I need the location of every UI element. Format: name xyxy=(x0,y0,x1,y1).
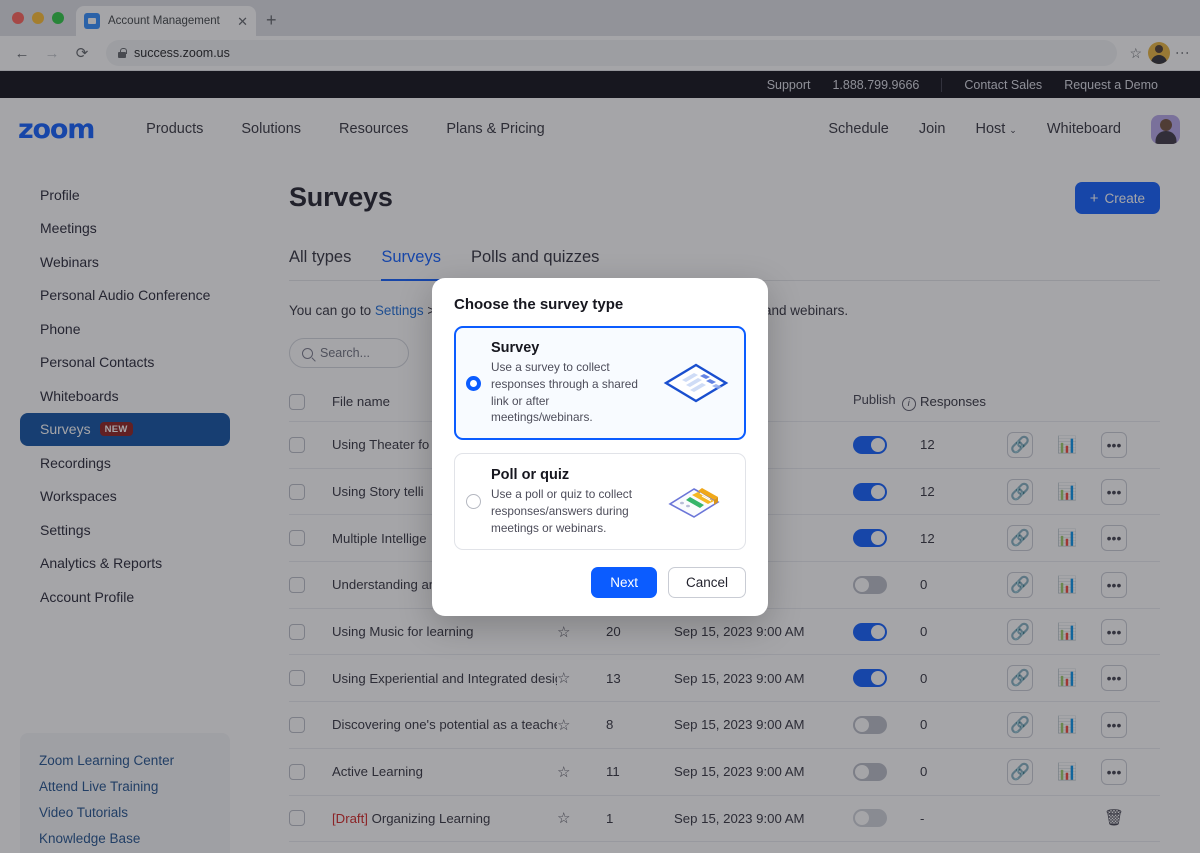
survey-type-modal: Choose the survey type Survey Use a surv… xyxy=(432,278,768,617)
survey-illustration-icon xyxy=(659,355,733,411)
option-poll-desc: Use a poll or quiz to collect responses/… xyxy=(491,487,632,535)
option-survey-title: Survey xyxy=(491,340,540,356)
cancel-button[interactable]: Cancel xyxy=(667,567,746,599)
option-survey[interactable]: Survey Use a survey to collect responses… xyxy=(454,326,746,440)
screenshot-root: Account Management ✕ + ← → ⟳ success.zoo… xyxy=(0,0,1200,853)
next-button[interactable]: Next xyxy=(591,567,657,599)
radio-survey[interactable] xyxy=(466,375,481,391)
modal-title: Choose the survey type xyxy=(454,296,624,313)
option-poll-or-quiz[interactable]: Poll or quiz Use a poll or quiz to colle… xyxy=(454,453,746,551)
modal-actions: Next Cancel xyxy=(454,567,746,599)
option-poll-title: Poll or quiz xyxy=(491,467,570,483)
option-survey-text: Survey Use a survey to collect responses… xyxy=(491,340,649,426)
option-poll-text: Poll or quiz Use a poll or quiz to colle… xyxy=(491,467,649,536)
poll-quiz-illustration-icon xyxy=(659,474,733,530)
radio-poll-or-quiz[interactable] xyxy=(466,494,481,510)
option-survey-desc: Use a survey to collect responses throug… xyxy=(491,360,638,425)
